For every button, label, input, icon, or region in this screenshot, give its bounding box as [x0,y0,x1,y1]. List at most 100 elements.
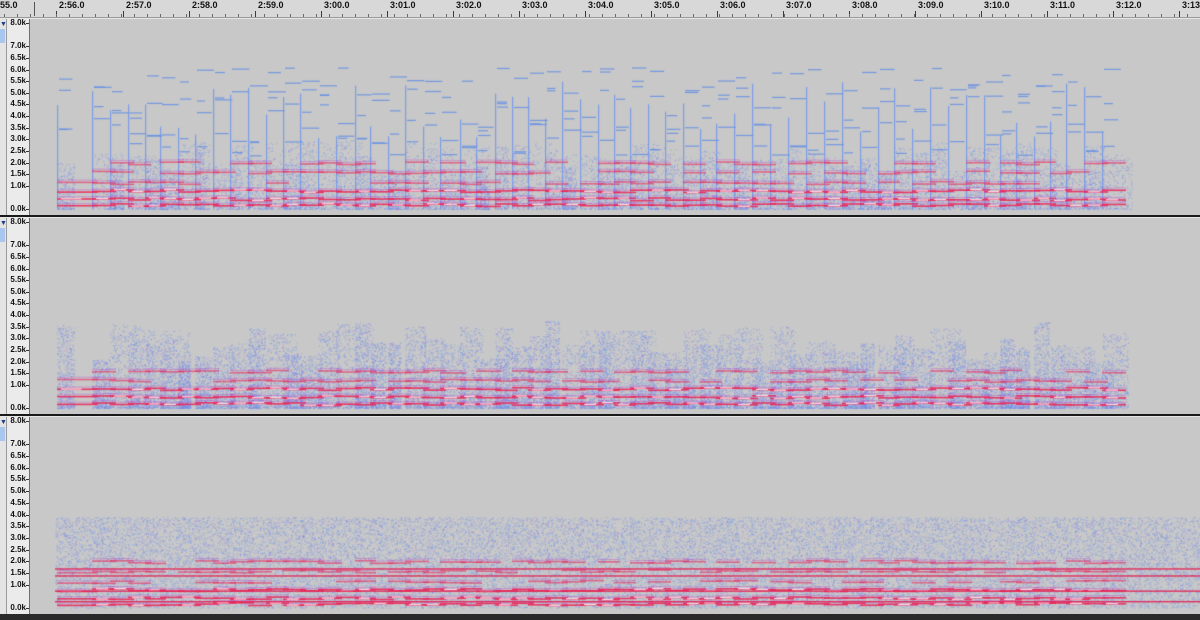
minor-tick [667,14,668,17]
minor-tick [914,14,915,17]
minor-tick [979,14,980,17]
frequency-label: 5.0k [10,87,26,97]
minor-tick [875,14,876,17]
spectrogram-canvas[interactable] [30,19,1200,215]
track-control-gutter[interactable]: ▼ [0,19,7,215]
minor-tick [953,14,954,17]
time-label: 2:58.0 [192,0,218,10]
time-label: 3:00.0 [324,0,350,10]
minor-tick [459,14,460,17]
frequency-label: 4.0k [10,111,26,120]
minor-tick [82,14,83,17]
track-control-gutter[interactable]: ▼ [0,218,7,414]
frequency-label: 8.0k [10,18,26,27]
time-label: 2:57.0 [126,0,152,10]
minor-tick [498,14,499,17]
minor-tick [472,14,473,17]
minor-tick [381,14,382,17]
minor-tick [225,14,226,17]
frequency-label: 5.5k [10,474,26,484]
frequency-label: 5.0k [10,486,26,496]
frequency-tick [26,549,29,551]
frequency-tick [26,150,29,152]
time-label: 3:05.0 [654,0,680,10]
time-label: 3:07.0 [786,0,812,10]
frequency-ruler[interactable]: 8.0k 7.0k 6.5k 6.0k 5.5k 5.0k 4.5k 4.0k 3.5k 3.0k… [7,417,30,614]
time-label: 3:10.0 [984,0,1010,10]
frequency-tick [26,280,29,282]
frequency-tick [26,139,29,141]
frequency-label: 2.0k [10,556,26,566]
frequency-label: 1.5k [10,169,26,179]
frequency-ruler[interactable]: 8.0k 7.0k 6.5k 6.0k 5.5k 5.0k 4.5k 4.0k 3.5k 3.0k… [7,218,30,414]
frequency-tick [26,69,29,71]
major-tick [189,11,190,17]
frequency-tick [26,408,29,409]
frequency-tick [26,222,29,223]
frequency-tick [26,104,29,106]
minor-tick [394,14,395,17]
time-label: 3:09.0 [918,0,944,10]
minor-tick [121,14,122,17]
spectrogram-track-1[interactable]: ▼ 8.0k 7.0k 6.5k 6.0k 5.5k 5.0k 4.5k 4.0k 3.5k 3.… [0,19,1200,215]
minor-tick [940,14,941,17]
minor-tick [1096,14,1097,17]
frequency-ruler[interactable]: 8.0k 7.0k 6.5k 6.0k 5.5k 5.0k 4.5k 4.0k 3.5k 3.0k… [7,19,30,215]
minor-tick [17,14,18,17]
frequency-label: 3.0k [10,532,26,542]
frequency-tick [26,479,29,481]
minor-tick [1083,14,1084,17]
frequency-label: 7.0k [10,41,26,51]
track-select-indicator[interactable] [0,29,5,43]
minor-tick [1187,14,1188,17]
frequency-tick [26,584,29,586]
frequency-label: 0.0k [10,204,26,213]
frequency-tick [26,514,29,516]
time-label: 2:59.0 [258,0,284,10]
frequency-label: 8.0k [10,217,26,226]
major-tick [717,11,718,17]
spectrogram-canvas[interactable] [30,417,1200,614]
frequency-label: 7.0k [10,439,26,449]
frequency-tick [26,57,29,59]
frequency-tick [26,421,29,422]
minor-tick [862,14,863,17]
spectrogram-track-3[interactable]: ▼ 8.0k 7.0k 6.5k 6.0k 5.5k 5.0k 4.5k 4.0k 3.5k 3.… [0,417,1200,614]
frequency-label: 4.5k [10,99,26,109]
minor-tick [680,14,681,17]
spectrogram-track-2[interactable]: ▼ 8.0k 7.0k 6.5k 6.0k 5.5k 5.0k 4.5k 4.0k 3.5k 3.… [0,218,1200,414]
timeline-ruler[interactable]: 55.0 2:56.0 2:57.0 2:58.0 2:59.0 3:00.0 3:01.0… [0,0,1200,18]
collapse-arrow-icon[interactable]: ▼ [0,220,7,228]
track-select-indicator[interactable] [0,427,5,441]
frequency-tick [26,467,29,469]
frequency-label: 2.5k [10,544,26,554]
minor-tick [1057,14,1058,17]
frequency-tick [26,245,29,247]
minor-tick [290,14,291,17]
frequency-tick [26,315,29,316]
frequency-tick [26,116,29,117]
major-tick [387,11,388,17]
minor-tick [745,14,746,17]
minor-tick [186,14,187,17]
frequency-label: 6.0k [10,263,26,273]
minor-tick [1161,14,1162,17]
minor-tick [732,14,733,17]
frequency-tick [26,456,29,458]
minor-tick [56,14,57,17]
frequency-tick [26,561,29,563]
collapse-arrow-icon[interactable]: ▼ [0,21,7,29]
track-control-gutter[interactable]: ▼ [0,417,7,614]
minor-tick [602,14,603,17]
minor-tick [524,14,525,17]
minor-tick [368,14,369,17]
minor-tick [160,14,161,17]
spectrogram-canvas[interactable] [30,218,1200,414]
minor-tick [329,14,330,17]
track-select-indicator[interactable] [0,228,5,242]
collapse-arrow-icon[interactable]: ▼ [0,419,7,427]
frequency-label: 1.5k [10,567,26,577]
frequency-tick [26,338,29,340]
playhead-marker[interactable] [34,2,35,16]
major-tick [453,11,454,17]
